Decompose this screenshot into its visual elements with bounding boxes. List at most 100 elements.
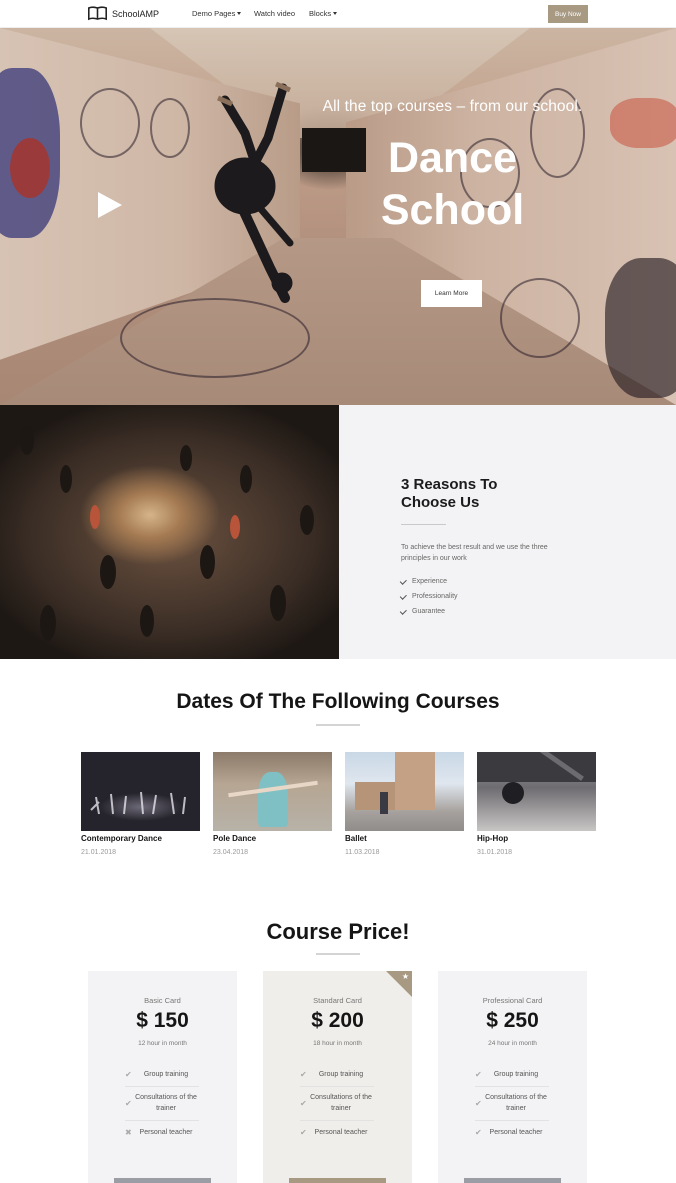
check-icon: ✔ — [125, 1098, 132, 1108]
card-period: 12 hour in month — [138, 1040, 187, 1047]
course-image-ballet[interactable] — [345, 752, 464, 831]
crowd-person — [240, 465, 252, 493]
hero-title-line1: Dance — [387, 134, 518, 182]
course-date: 23.04.2018 — [213, 849, 249, 856]
divider — [125, 1086, 199, 1087]
dancers-silhouette — [90, 791, 186, 815]
course-name[interactable]: Pole Dance — [213, 834, 256, 843]
course-name[interactable]: Ballet — [345, 834, 367, 843]
divider — [316, 724, 360, 726]
nav-demo-pages-label: Demo Pages — [192, 9, 236, 18]
select-plan-button[interactable] — [289, 1178, 386, 1183]
check-icon: ✔ — [475, 1098, 482, 1108]
select-plan-button[interactable] — [464, 1178, 561, 1183]
card-period: 24 hour in month — [488, 1040, 537, 1047]
buy-now-button[interactable]: Buy Now — [548, 5, 588, 23]
nav-demo-pages[interactable]: Demo Pages — [192, 9, 242, 18]
reasons-description: To achieve the best result and we use th… — [401, 544, 548, 562]
caret-down-icon — [237, 12, 242, 15]
nav-watch-video[interactable]: Watch video — [254, 9, 295, 18]
card-price: $ 200 — [311, 1009, 364, 1032]
dance-crowd-image — [0, 405, 339, 659]
course-date: 11.03.2018 — [345, 849, 380, 856]
reason-item: Guarantee — [399, 607, 446, 615]
divider — [475, 1120, 549, 1121]
feature-text: Personal teacher — [139, 1129, 193, 1136]
check-icon — [399, 577, 407, 585]
check-icon: ✔ — [300, 1070, 307, 1079]
divider — [300, 1120, 374, 1121]
divider — [475, 1086, 549, 1087]
brand[interactable]: SchoolAMP — [88, 6, 159, 21]
crowd-person — [20, 425, 34, 455]
feature-row: ✔ Consultations of the trainer — [475, 1092, 549, 1114]
select-plan-button[interactable] — [114, 1178, 211, 1183]
building — [355, 782, 395, 810]
card-label: Professional Card — [482, 996, 543, 1005]
pricing-card-professional: Professional Card $ 250 24 hour in month… — [438, 971, 587, 1183]
caret-down-icon — [333, 12, 338, 15]
feature-row: ✔ Consultations of the trainer — [125, 1092, 199, 1114]
feature-text: Consultations of the trainer — [310, 1094, 372, 1112]
course-image-hiphop[interactable] — [477, 752, 596, 831]
card-price: $ 150 — [136, 1009, 189, 1032]
crowd-person — [90, 505, 100, 529]
nav-blocks-label: Blocks — [309, 9, 332, 18]
learn-more-button[interactable]: Learn More — [421, 280, 482, 307]
course-date: 31.01.2018 — [477, 849, 513, 856]
check-icon: ✔ — [300, 1098, 307, 1108]
check-icon: ✔ — [300, 1128, 307, 1137]
check-icon: ✔ — [475, 1070, 482, 1079]
play-video-icon[interactable] — [98, 192, 122, 218]
feature-text: Personal teacher — [489, 1129, 543, 1136]
cross-icon: ✖ — [125, 1128, 132, 1137]
card-label: Standard Card — [313, 996, 362, 1005]
divider — [316, 953, 360, 955]
course-name[interactable]: Contemporary Dance — [81, 834, 162, 843]
card-price: $ 250 — [486, 1009, 539, 1032]
nav-watch-video-label: Watch video — [254, 9, 295, 18]
brand-name: SchoolAMP — [112, 8, 160, 19]
feature-text: Consultations of the trainer — [485, 1094, 547, 1112]
divider — [300, 1086, 374, 1087]
reason-item-label: Guarantee — [412, 608, 446, 615]
feature-row: ✖ Personal teacher — [125, 1127, 199, 1138]
crowd-person — [270, 585, 286, 621]
feature-row: ✔ Group training — [125, 1069, 199, 1080]
courses-title: Dates Of The Following Courses — [176, 690, 500, 713]
course-date: 21.01.2018 — [81, 849, 117, 856]
crowd-person — [100, 555, 116, 589]
book-logo-icon — [88, 6, 107, 21]
breakdancer — [502, 782, 524, 804]
crowd-person — [300, 505, 314, 535]
hero-title: Dance School — [330, 132, 575, 236]
feature-row: ✔ Personal teacher — [300, 1127, 374, 1138]
reasons-title-line1: 3 Reasons To — [401, 476, 498, 493]
course-image-pole[interactable] — [213, 752, 332, 831]
church-building — [395, 752, 435, 810]
pricing-card-basic: Basic Card $ 150 12 hour in month ✔ Grou… — [88, 971, 237, 1183]
feature-row: ✔ Group training — [300, 1069, 374, 1080]
course-image-contemporary[interactable] — [81, 752, 200, 831]
check-icon: ✔ — [125, 1070, 132, 1079]
feature-text: Group training — [143, 1071, 189, 1078]
crowd-person — [60, 465, 72, 493]
check-icon — [399, 592, 407, 600]
hero-subtitle: All the top courses – from our school. — [322, 98, 583, 115]
nav-blocks[interactable]: Blocks — [309, 9, 338, 18]
reasons-title-line2: Choose Us — [401, 494, 480, 511]
check-icon: ✔ — [475, 1128, 482, 1137]
reason-item: Experience — [399, 577, 447, 585]
dancer-dress — [258, 772, 288, 827]
crowd-person — [140, 605, 154, 637]
course-name[interactable]: Hip-Hop — [477, 834, 508, 843]
crowd-person — [40, 605, 56, 641]
feature-row: ✔ Consultations of the trainer — [300, 1092, 374, 1114]
divider — [401, 524, 446, 525]
crowd-person — [200, 545, 215, 579]
card-label: Basic Card — [144, 996, 181, 1005]
crowd-person — [180, 445, 192, 471]
reasons-panel — [339, 405, 676, 659]
reason-item-label: Professionality — [412, 593, 458, 600]
card-period: 18 hour in month — [313, 1040, 362, 1047]
